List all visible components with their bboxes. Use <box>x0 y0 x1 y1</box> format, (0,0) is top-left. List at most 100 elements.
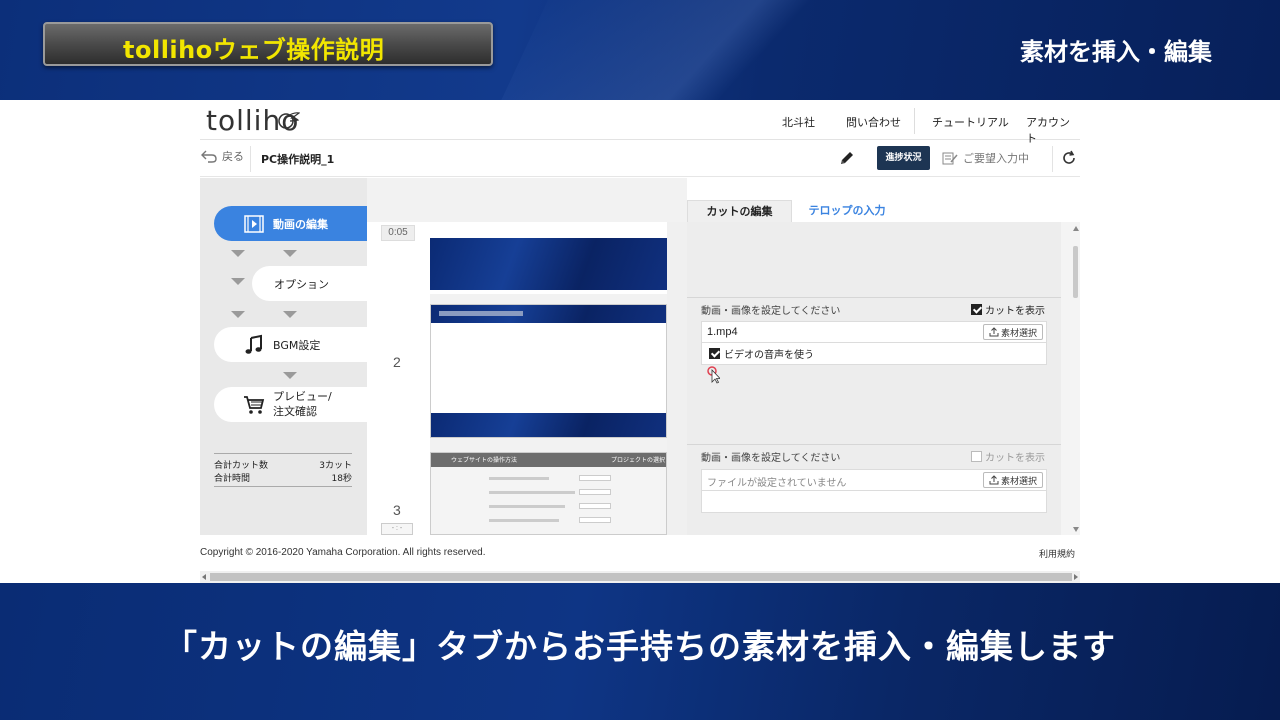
project-toolbar: 戻る PC操作説明_1 進捗状況 ご要望入力中 <box>200 140 1080 177</box>
tab-cut-edit[interactable]: カットの編集 <box>687 200 792 222</box>
scroll-left-icon[interactable] <box>202 574 206 580</box>
video-subtitle: 「カットの編集」タブからお手持ちの素材を挿入・編集します <box>164 627 1116 666</box>
flow-arrow-icon <box>231 311 245 318</box>
panel-scrollbar[interactable] <box>1061 222 1080 535</box>
toolbar-divider <box>250 146 251 172</box>
cut-thumbnail-1[interactable] <box>430 222 667 294</box>
workflow-sidebar: 動画の編集 オプション BGM設定 プレビュー/ 注文確認 合計カット数 3カッ… <box>200 178 368 535</box>
totals-summary: 合計カット数 3カット 合計時間 18秒 <box>214 453 352 487</box>
cut-number-column <box>367 222 430 535</box>
show-cut-toggle[interactable]: カットを表示 <box>971 302 1045 317</box>
thumbnail-title-right: プロジェクトの選択 <box>611 457 666 464</box>
step-option-label: オプション <box>274 277 329 291</box>
site-header: tolliho 北斗社 問い合わせ チュートリアル アカウント <box>200 100 1080 145</box>
mouse-cursor-icon <box>707 366 720 384</box>
use-audio-checkbox[interactable] <box>709 348 720 359</box>
select-material-button[interactable]: 素材選択 <box>983 324 1043 340</box>
total-time-label: 合計時間 <box>214 474 251 484</box>
cut-edit-tab-body: 動画・画像を設定してください カットを表示 1.mp4 素材選択 ビデオの音声を… <box>687 222 1061 535</box>
show-cut-checkbox[interactable] <box>971 304 982 315</box>
progress-status-button[interactable]: 進捗状況 <box>877 146 930 170</box>
media-file-placeholder: ファイルが設定されていません <box>707 478 847 489</box>
use-audio-label: ビデオの音声を使う <box>724 350 814 361</box>
media-file-field[interactable]: ファイルが設定されていません 素材選択 <box>701 469 1047 491</box>
flow-arrow-icon <box>231 250 245 257</box>
nav-divider <box>914 108 915 134</box>
cart-icon <box>244 396 265 414</box>
step-option[interactable]: オプション <box>252 266 368 301</box>
copyright-text: Copyright © 2016-2020 Yamaha Corporation… <box>200 547 486 558</box>
thumbnail-header-band: ウェブサイトの操作方法 プロジェクトの選択 <box>431 453 666 467</box>
cut-timeline: 0:05 2 3 - : - ウェブサイトの操作方法 プロジェクトの選択 <box>367 178 687 535</box>
terms-link[interactable]: 利用規約 <box>1039 547 1075 560</box>
use-video-audio-row[interactable]: ビデオの音声を使う <box>701 343 1047 365</box>
thumbnail-line <box>489 491 575 494</box>
cut-number: 3 <box>393 502 401 518</box>
thumbnail-line <box>489 477 549 480</box>
step-video-edit-label: 動画の編集 <box>273 217 328 231</box>
edit-panel: カットの編集 テロップの入力 動画・画像を設定してください カットを表示 1.m… <box>687 178 1080 535</box>
refresh-icon[interactable] <box>1061 150 1077 166</box>
web-app: tolliho 北斗社 問い合わせ チュートリアル アカウント 戻る PC操作説… <box>200 100 1080 583</box>
step-video-edit[interactable]: 動画の編集 <box>214 206 368 241</box>
show-cut-label: カットを表示 <box>985 306 1045 317</box>
tab-telop-input[interactable]: テロップの入力 <box>797 200 897 222</box>
media-options-row <box>701 491 1047 513</box>
back-label: 戻る <box>222 150 244 163</box>
logo-wing-icon <box>278 112 300 129</box>
music-note-icon <box>245 334 262 354</box>
thumbnail-title-left: ウェブサイトの操作方法 <box>451 457 518 464</box>
nav-tutorial[interactable]: チュートリアル <box>932 114 1009 130</box>
step-bgm[interactable]: BGM設定 <box>214 327 368 362</box>
media-file-field[interactable]: 1.mp4 素材選択 <box>701 321 1047 343</box>
drag-handle[interactable]: - : - <box>381 523 413 535</box>
thumbnail-field <box>579 503 611 509</box>
site-footer: Copyright © 2016-2020 Yamaha Corporation… <box>200 535 1080 570</box>
scroll-down-icon[interactable] <box>1073 527 1079 532</box>
step-preview-label: プレビュー/ 注文確認 <box>273 389 332 419</box>
scroll-right-icon[interactable] <box>1074 574 1078 580</box>
back-button[interactable]: 戻る <box>200 148 244 164</box>
nav-company[interactable]: 北斗社 <box>782 114 815 130</box>
section-divider <box>687 444 1061 445</box>
request-label: ご要望入力中 <box>963 152 1029 165</box>
film-icon <box>244 215 264 233</box>
frame-right-margin <box>1080 100 1280 583</box>
thumbnail-field <box>579 489 611 495</box>
cut-number: 2 <box>393 354 401 370</box>
video-section-title: 素材を挿入・編集 <box>1020 38 1212 66</box>
flow-arrow-icon <box>283 311 297 318</box>
thumbnail-field <box>579 517 611 523</box>
media-file-name: 1.mp4 <box>707 326 738 338</box>
back-arrow-icon <box>201 150 217 163</box>
nav-contact[interactable]: 問い合わせ <box>846 114 901 130</box>
cut-thumbnail-3[interactable]: ウェブサイトの操作方法 プロジェクトの選択 <box>430 452 667 535</box>
select-material-label: 素材選択 <box>1000 476 1037 487</box>
video-title-badge: tollihoウェブ操作説明 <box>43 22 493 66</box>
thumbnail-line <box>489 519 559 522</box>
pencil-icon[interactable] <box>838 149 856 167</box>
set-media-label: 動画・画像を設定してください <box>701 453 841 464</box>
step-bgm-label: BGM設定 <box>273 338 321 352</box>
request-input-status[interactable]: ご要望入力中 <box>942 150 1029 166</box>
thumbnail-header-band <box>431 305 666 323</box>
scroll-thumb[interactable] <box>210 573 1072 581</box>
thumbnail-field <box>579 475 611 481</box>
page-horizontal-scrollbar[interactable] <box>200 571 1080 583</box>
total-time-value: 18秒 <box>331 474 352 484</box>
thumbnail-footer-band <box>431 413 666 437</box>
timeline-scrollbar[interactable] <box>667 222 687 535</box>
scroll-up-icon[interactable] <box>1073 226 1079 231</box>
scroll-thumb[interactable] <box>1073 246 1078 298</box>
cut-timecode: 0:05 <box>381 225 415 241</box>
select-material-button[interactable]: 素材選択 <box>983 472 1043 488</box>
show-cut-checkbox[interactable] <box>971 451 982 462</box>
select-material-label: 素材選択 <box>1000 328 1037 339</box>
edit-note-icon <box>942 152 958 165</box>
step-preview-order[interactable]: プレビュー/ 注文確認 <box>214 387 368 422</box>
cut-thumbnail-2[interactable] <box>430 304 667 438</box>
show-cut-toggle[interactable]: カットを表示 <box>971 449 1045 464</box>
project-name: PC操作説明_1 <box>261 153 335 166</box>
flow-arrow-icon <box>231 278 245 285</box>
thumbnail-title-bar <box>439 311 523 316</box>
